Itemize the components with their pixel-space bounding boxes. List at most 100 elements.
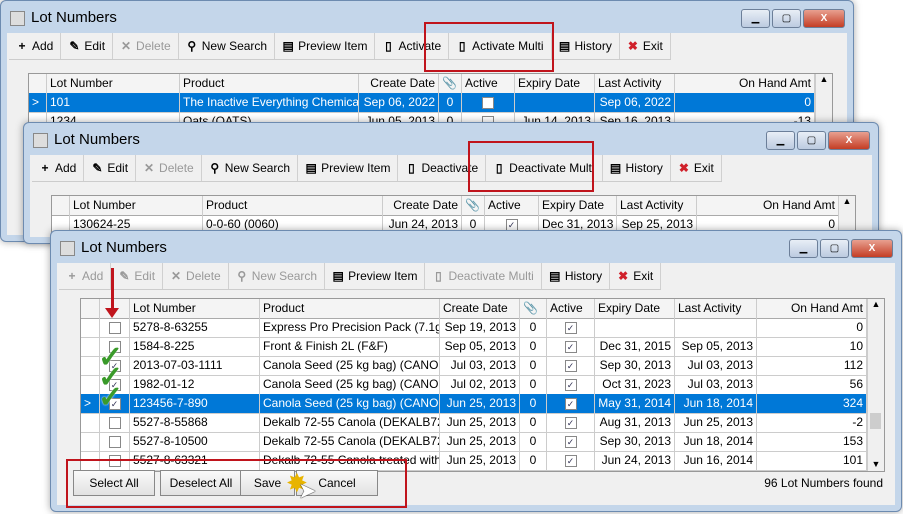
toolbar-preview-item-button[interactable]: ▤ Preview Item — [275, 33, 376, 59]
column-header[interactable] — [52, 196, 70, 215]
active-checkbox[interactable]: ✓ — [564, 454, 577, 467]
close-button[interactable]: X — [803, 9, 845, 28]
active-checkbox[interactable]: ✓ — [564, 397, 577, 410]
toolbar-add-button[interactable]: + Add — [9, 33, 62, 59]
toolbar-deactivate-multi-button[interactable]: ▯ Deactivate Multi — [425, 263, 542, 289]
toolbar-history-button[interactable]: ▤ History — [603, 155, 671, 181]
maximize-button[interactable]: ▢ — [772, 9, 801, 28]
column-header[interactable]: 📎 — [520, 299, 547, 318]
scroll-thumb[interactable] — [870, 413, 881, 429]
table-row[interactable]: 5527-8-55868 Dekalb 72-55 Canola (DEKALB7… — [81, 413, 867, 433]
table-row[interactable]: 1584-8-225 Front & Finish 2L (F&F) Sep 05,… — [81, 337, 867, 357]
toolbar-preview-item-button[interactable]: ▤ Preview Item — [325, 263, 426, 289]
column-header[interactable] — [81, 299, 100, 318]
close-button[interactable]: X — [828, 131, 870, 150]
table-row[interactable]: > ✓ 123456-7-890 Canola Seed (25 kg bag) (C… — [81, 394, 867, 414]
table-row[interactable]: 5527-8-10500 Dekalb 72-55 Canola (DEKALB7… — [81, 432, 867, 452]
column-header[interactable]: Lot Number — [70, 196, 203, 215]
column-header[interactable]: 📎 — [462, 196, 485, 215]
cell-active[interactable]: ✓ — [547, 318, 595, 337]
toolbar-edit-button[interactable]: ✎ Edit — [111, 263, 164, 289]
column-header[interactable]: On Hand Amt — [675, 74, 815, 93]
minimize-button[interactable]: ▁ — [789, 239, 818, 258]
cell-sel[interactable] — [100, 413, 130, 432]
minimize-button[interactable]: ▁ — [766, 131, 795, 150]
toolbar-new-search-button[interactable]: ⚲ New Search — [179, 33, 276, 59]
active-checkbox[interactable]: ✓ — [564, 321, 577, 334]
column-header[interactable]: Expiry Date — [595, 299, 675, 318]
cell-sel[interactable] — [100, 318, 130, 337]
cell-sel[interactable] — [100, 432, 130, 451]
maximize-button[interactable]: ▢ — [820, 239, 849, 258]
scroll-down-icon[interactable]: ▼ — [868, 459, 884, 469]
select-checkbox[interactable] — [108, 435, 121, 448]
active-checkbox[interactable] — [482, 96, 494, 109]
maximize-button[interactable]: ▢ — [797, 131, 826, 150]
active-checkbox[interactable]: ✓ — [564, 435, 577, 448]
title-bar: Lot Numbers ▁ ▢ X — [24, 123, 878, 155]
column-header[interactable]: Expiry Date — [539, 196, 617, 215]
column-header[interactable]: Create Date — [359, 74, 439, 93]
column-header[interactable]: Create Date — [383, 196, 462, 215]
cell-att: 0 — [520, 337, 547, 356]
column-header[interactable]: Last Activity — [675, 299, 757, 318]
table-row[interactable]: ✓ 2013-07-03-1111 Canola Seed (25 kg bag) … — [81, 356, 867, 376]
column-header[interactable]: Lot Number — [47, 74, 180, 93]
select-checkbox[interactable] — [108, 321, 121, 334]
toolbar-add-button[interactable]: + Add — [32, 155, 85, 181]
toolbar-exit-button[interactable]: ✖ Exit — [620, 33, 671, 59]
toolbar-exit-button[interactable]: ✖ Exit — [671, 155, 722, 181]
column-header[interactable]: 📎 — [439, 74, 462, 93]
toolbar-preview-item-button[interactable]: ▤ Preview Item — [298, 155, 399, 181]
toolbar-add-button[interactable]: + Add — [59, 263, 112, 289]
column-header[interactable]: Lot Number — [130, 299, 260, 318]
active-checkbox[interactable]: ✓ — [564, 340, 577, 353]
column-header[interactable]: Last Activity — [595, 74, 675, 93]
toolbar-history-button[interactable]: ▤ History — [552, 33, 620, 59]
scroll-up-icon[interactable]: ▲ — [839, 196, 855, 206]
toolbar-new-search-button[interactable]: ⚲ New Search — [202, 155, 299, 181]
select-checkbox[interactable] — [108, 416, 121, 429]
cell-active[interactable]: ✓ — [547, 337, 595, 356]
active-checkbox[interactable]: ✓ — [564, 359, 577, 372]
minimize-button[interactable]: ▁ — [741, 9, 770, 28]
active-checkbox[interactable]: ✓ — [564, 378, 577, 391]
toolbar-edit-button[interactable]: ✎ Edit — [84, 155, 137, 181]
toolbar-button-label: History — [574, 39, 612, 53]
toolbar-delete-button[interactable]: ✕ Delete — [136, 155, 202, 181]
column-header[interactable]: Last Activity — [617, 196, 697, 215]
toolbar-delete-button[interactable]: ✕ Delete — [163, 263, 229, 289]
column-header[interactable]: Active — [485, 196, 539, 215]
cell-active[interactable]: ✓ — [547, 451, 595, 470]
cell-active[interactable]: ✓ — [547, 394, 595, 413]
cell-active[interactable]: ✓ — [547, 432, 595, 451]
toolbar-history-button[interactable]: ▤ History — [542, 263, 611, 289]
column-header[interactable]: On Hand Amt — [757, 299, 867, 318]
scroll-up-icon[interactable]: ▲ — [816, 74, 832, 84]
active-checkbox[interactable]: ✓ — [564, 416, 577, 429]
column-header[interactable]: Product — [203, 196, 383, 215]
column-header[interactable]: Product — [180, 74, 359, 93]
toolbar-edit-button[interactable]: ✎ Edit — [61, 33, 114, 59]
column-header[interactable]: Product — [260, 299, 440, 318]
close-button[interactable]: X — [851, 239, 893, 258]
column-header[interactable]: Expiry Date — [515, 74, 595, 93]
table-row[interactable]: >101 The Inactive Everything Chemical (Se… — [29, 93, 815, 113]
column-header[interactable]: Active — [547, 299, 595, 318]
column-header[interactable]: Active — [462, 74, 515, 93]
column-header[interactable]: Create Date — [440, 299, 520, 318]
table-row[interactable]: 5278-8-63255 Express Pro Precision Pack (… — [81, 318, 867, 338]
table-row[interactable]: ✓ 1982-01-12 Canola Seed (25 kg bag) (CANO… — [81, 375, 867, 395]
toolbar-delete-button[interactable]: ✕ Delete — [113, 33, 179, 59]
cell-active[interactable]: ✓ — [547, 375, 595, 394]
toolbar-exit-button[interactable]: ✖ Exit — [610, 263, 662, 289]
vertical-scrollbar[interactable]: ▲ ▼ — [867, 299, 884, 471]
column-header[interactable]: On Hand Amt — [697, 196, 839, 215]
column-header[interactable] — [29, 74, 47, 93]
cell-active[interactable] — [462, 93, 515, 112]
scroll-up-icon[interactable]: ▲ — [868, 299, 884, 309]
cell-att: 0 — [520, 413, 547, 432]
cell-active[interactable]: ✓ — [547, 356, 595, 375]
toolbar-new-search-button[interactable]: ⚲ New Search — [229, 263, 326, 289]
cell-active[interactable]: ✓ — [547, 413, 595, 432]
